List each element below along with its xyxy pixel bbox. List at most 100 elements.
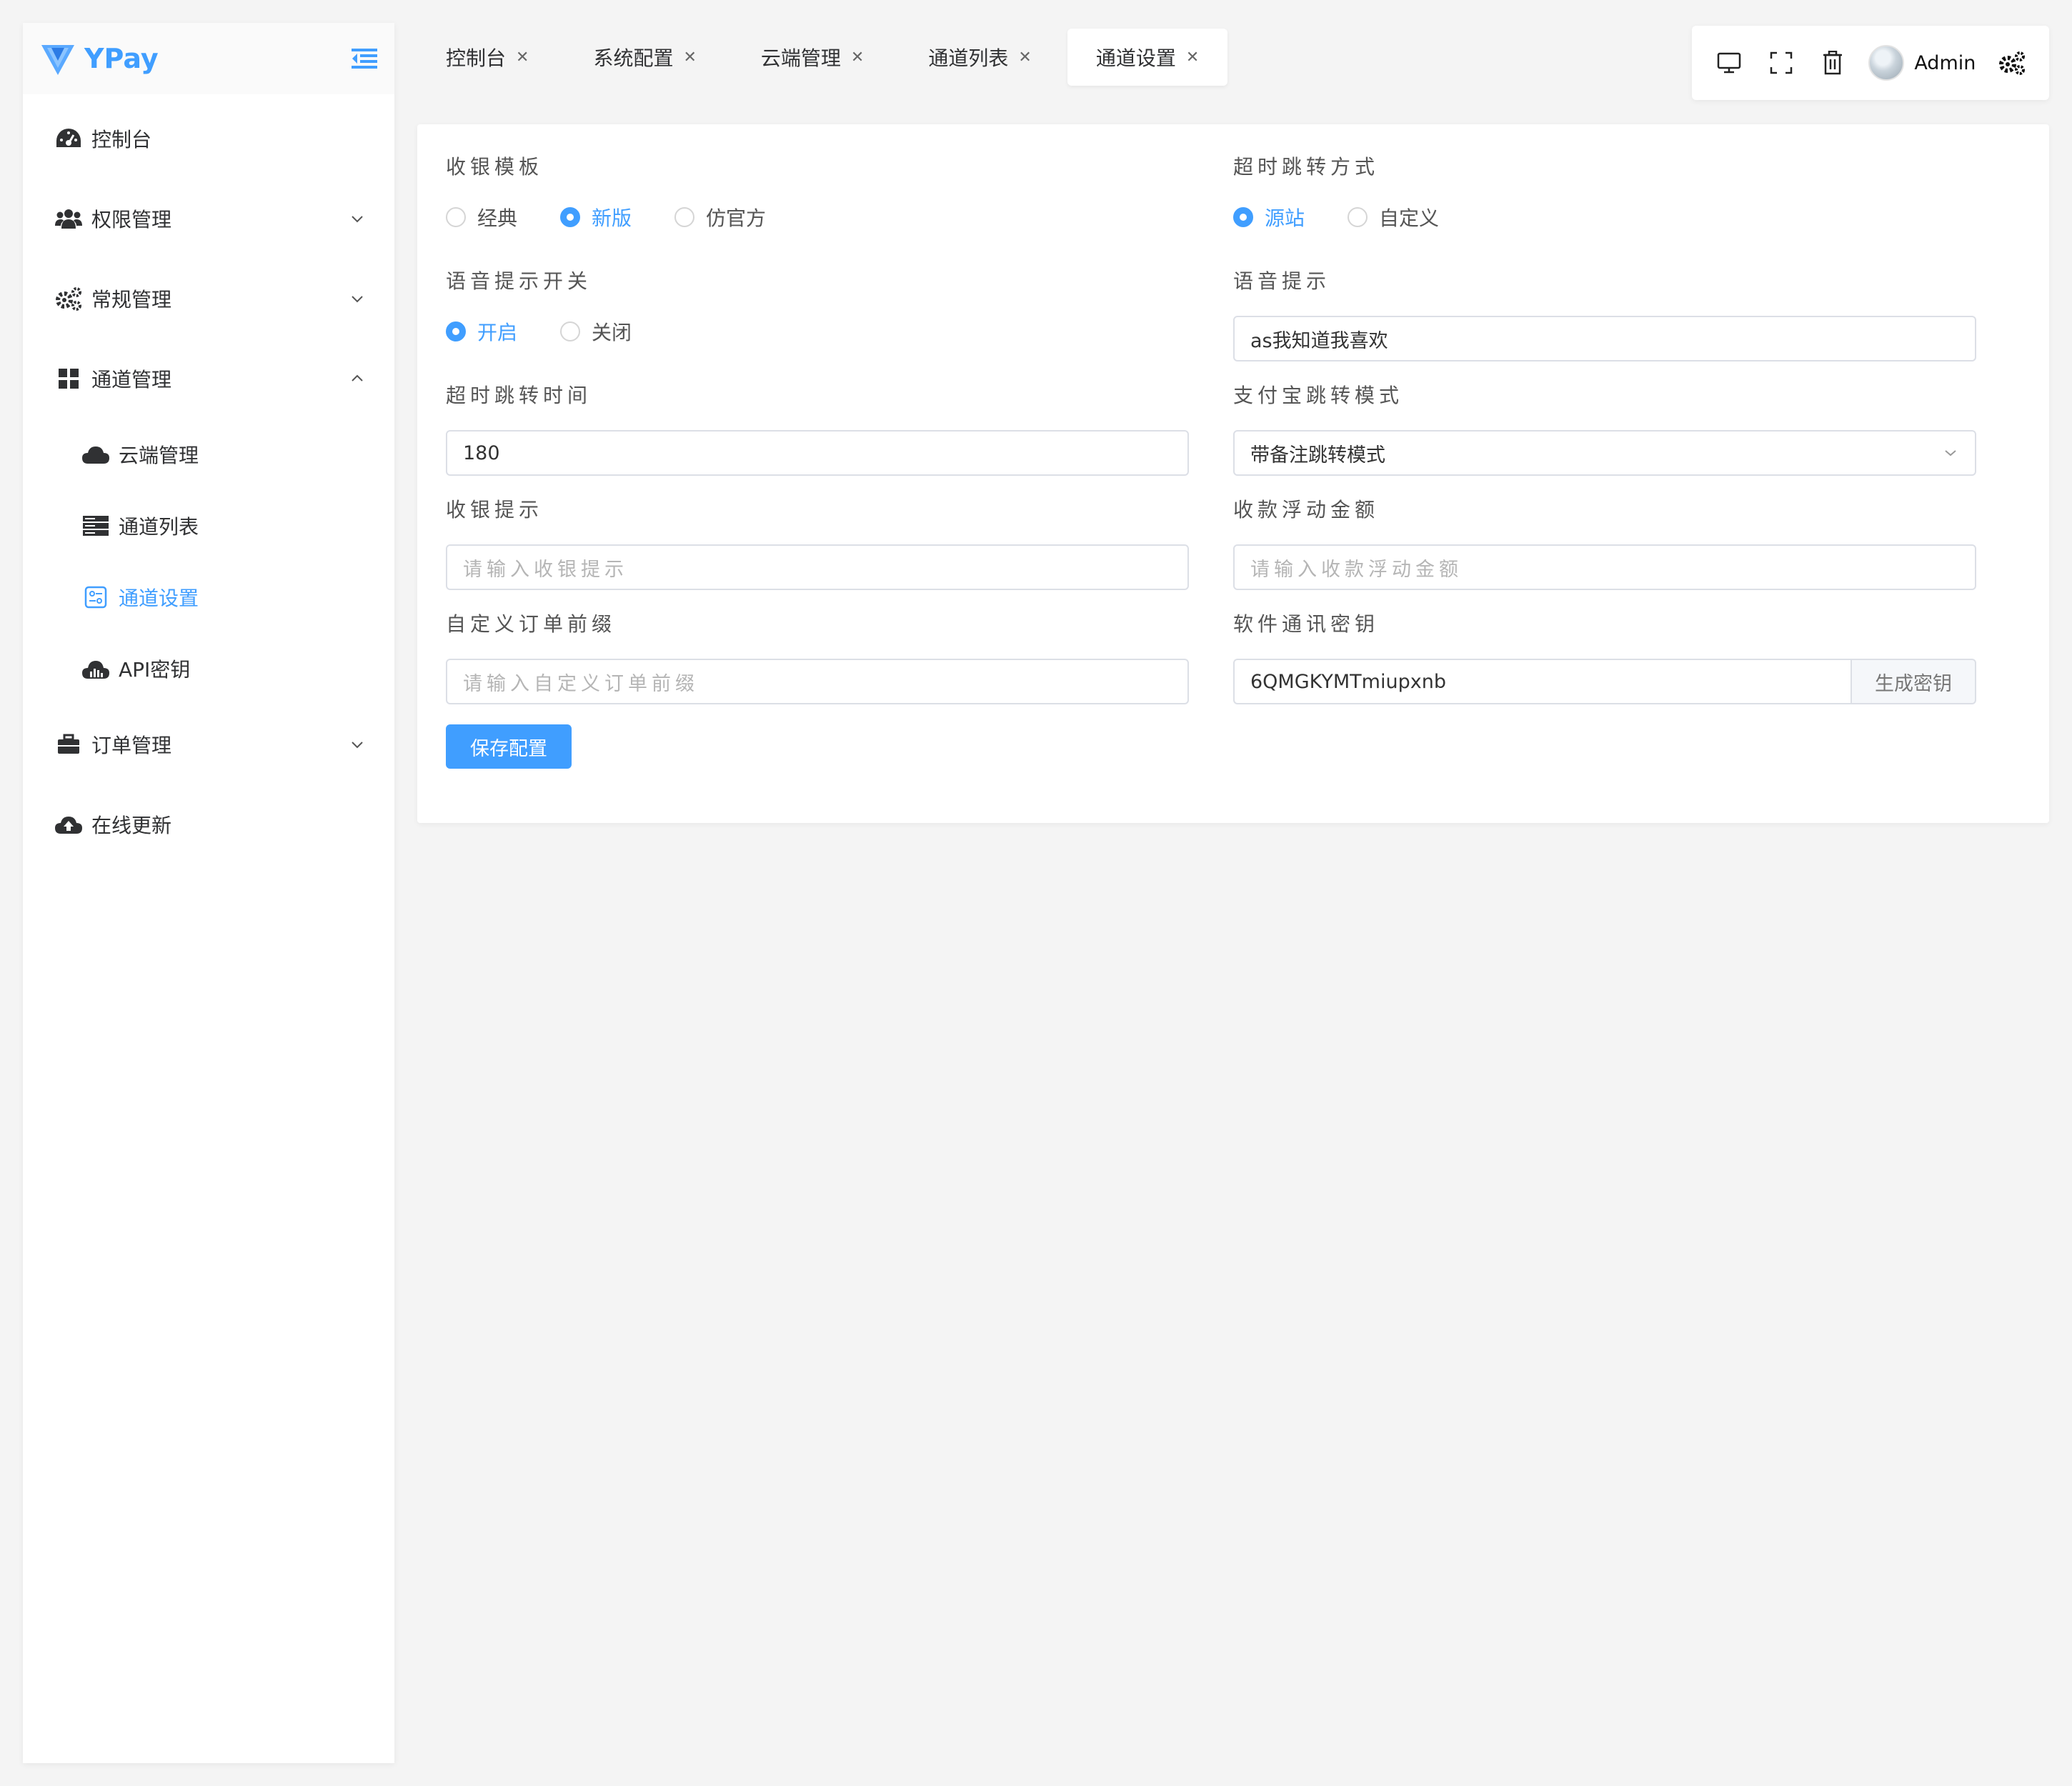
sidebar-subitem-cloud[interactable]: 云端管理 [23,419,394,490]
field-label: 语音提示 [1233,269,1331,293]
chart-cloud-icon [81,654,110,683]
tab-cloud[interactable]: 云端管理 ✕ [732,29,892,86]
sidebar-item-label: 订单管理 [91,734,172,757]
field-label: 收银提示 [446,498,544,522]
sidebar-item-label: 控制台 [91,128,152,151]
sidebar-item-orders[interactable]: 订单管理 [23,704,394,784]
radio-source-site[interactable]: 源站 [1233,203,1305,231]
dashboard-icon [54,124,83,153]
chevron-down-icon [352,216,363,223]
radio-classic[interactable]: 经典 [446,203,517,231]
timeout-time-input[interactable]: 180 [446,430,1189,476]
order-prefix-input[interactable]: 请输入自定义订单前缀 [446,659,1189,704]
avatar [1868,45,1905,81]
cloud-upload-icon [54,810,83,839]
voice-prompt-field: 语音提示 as我知道我喜欢 [1233,267,1976,361]
chevron-down-icon [1945,450,1956,457]
sidebar-subitem-label: 云端管理 [119,444,199,467]
select-value: 带备注跳转模式 [1250,444,1385,467]
timeout-redirect-mode-field: 超时跳转方式 源站 自定义 [1233,153,1976,231]
save-config-button[interactable]: 保存配置 [446,724,572,769]
radio-custom[interactable]: 自定义 [1348,203,1439,231]
float-amount-input[interactable]: 请输入收款浮动金额 [1233,544,1976,590]
generate-key-button[interactable]: 生成密钥 [1851,659,1976,704]
user-menu[interactable]: Admin [1868,45,1976,81]
tab-dashboard[interactable]: 控制台 ✕ [417,29,557,86]
close-icon[interactable]: ✕ [683,49,696,66]
cloud-icon [81,440,110,469]
sidebar-subitem-channel-list[interactable]: 通道列表 [23,490,394,562]
field-label: 支付宝跳转模式 [1233,384,1404,407]
radio-circle[interactable] [1233,207,1253,227]
settings-panel-icon [81,583,110,612]
chevron-down-icon [352,296,363,303]
tab-label: 系统配置 [593,46,674,70]
username: Admin [1914,51,1976,74]
cashier-template-radios: 经典 新版 仿官方 [446,203,1189,231]
gears-icon[interactable] [1996,47,2028,79]
software-key-input[interactable]: 6QMGKYMTmiupxnb [1233,659,1851,704]
sidebar-item-channel[interactable]: 通道管理 [23,339,394,419]
radio-label: 源站 [1265,206,1305,230]
server-icon [81,512,110,540]
field-label: 收款浮动金额 [1233,498,1380,522]
settings-card: 收银模板 经典 新版 仿官方 超时跳转方式 源站 自定义 语音提示开关 开启 关… [417,124,2049,823]
tab-label: 通道列表 [928,46,1009,70]
sidebar-item-label: 在线更新 [91,814,172,837]
radio-circle[interactable] [560,207,581,227]
radio-official[interactable]: 仿官方 [674,203,766,231]
app-name: YPay [84,43,159,74]
sidebar-item-permissions[interactable]: 权限管理 [23,179,394,259]
alipay-mode-field: 支付宝跳转模式 带备注跳转模式 [1233,381,1976,476]
field-label: 超时跳转方式 [1233,155,1380,179]
sidebar-item-general[interactable]: 常规管理 [23,259,394,339]
close-icon[interactable]: ✕ [1018,49,1031,66]
tab-channel-settings[interactable]: 通道设置 ✕ [1067,29,1228,86]
close-icon[interactable]: ✕ [516,49,529,66]
field-label: 软件通讯密钥 [1233,612,1380,636]
users-icon [54,204,83,233]
cashier-template-field: 收银模板 经典 新版 仿官方 [446,153,1189,231]
radio-circle[interactable] [1348,207,1368,227]
radio-circle[interactable] [560,321,581,341]
monitor-icon[interactable] [1713,47,1745,79]
radio-on[interactable]: 开启 [446,317,517,346]
sidebar-item-label: 权限管理 [91,208,172,231]
sidebar-item-dashboard[interactable]: 控制台 [23,99,394,179]
radio-label: 仿官方 [706,206,767,230]
float-amount-field: 收款浮动金额 请输入收款浮动金额 [1233,496,1976,590]
sidebar-subitem-label: API密钥 [119,658,191,682]
sidebar-item-online-update[interactable]: 在线更新 [23,784,394,864]
voice-switch-radios: 开启 关闭 [446,317,1189,346]
sidebar-subitem-label: 通道列表 [119,515,199,539]
radio-new[interactable]: 新版 [560,203,632,231]
radio-circle[interactable] [674,207,695,227]
fullscreen-icon[interactable] [1765,47,1797,79]
logo-icon [41,45,74,75]
sidebar-subitem-label: 通道设置 [119,587,199,610]
voice-prompt-input[interactable]: as我知道我喜欢 [1233,316,1976,361]
voice-switch-field: 语音提示开关 开启 关闭 [446,267,1189,346]
logo[interactable]: YPay [39,39,159,78]
tab-label: 云端管理 [760,46,841,70]
radio-label: 自定义 [1379,206,1440,230]
software-key-group: 6QMGKYMTmiupxnb 生成密钥 [1233,659,1976,704]
close-icon[interactable]: ✕ [1186,49,1199,66]
sidebar-item-label: 常规管理 [91,288,172,311]
trash-icon[interactable] [1817,47,1848,79]
radio-circle[interactable] [446,207,466,227]
top-toolbar: Admin [1692,26,2049,100]
sidebar-subitem-api-key[interactable]: API密钥 [23,633,394,704]
tab-channel-list[interactable]: 通道列表 ✕ [900,29,1060,86]
close-icon[interactable]: ✕ [851,49,864,66]
radio-circle[interactable] [446,321,466,341]
radio-off[interactable]: 关闭 [560,317,632,346]
collapse-menu-icon[interactable] [350,46,379,71]
tab-label: 通道设置 [1095,46,1176,70]
tab-system-config[interactable]: 系统配置 ✕ [564,29,724,86]
gears-icon [54,284,83,313]
field-label: 收银模板 [446,155,544,179]
cashier-tip-input[interactable]: 请输入收银提示 [446,544,1189,590]
sidebar-subitem-channel-settings[interactable]: 通道设置 [23,562,394,633]
alipay-mode-select[interactable]: 带备注跳转模式 [1233,430,1976,476]
